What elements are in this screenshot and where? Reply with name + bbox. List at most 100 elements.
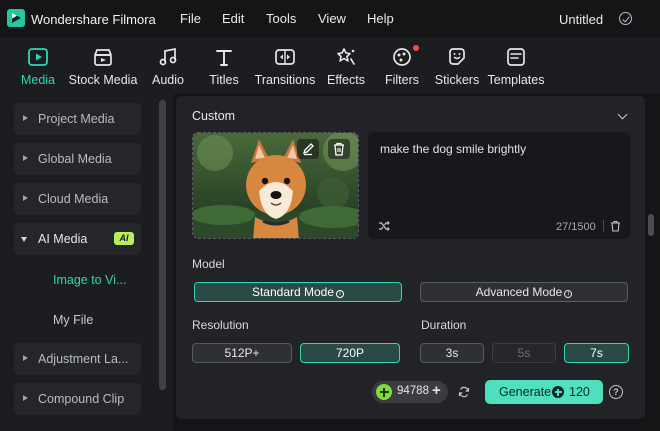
tab-transitions[interactable]: Transitions [254, 38, 316, 94]
help-icon[interactable]: ? [609, 385, 623, 399]
sidebar-item-project-media[interactable]: Project Media [14, 103, 141, 135]
sidebar-scrollbar[interactable] [159, 100, 166, 390]
edit-image-button[interactable] [297, 139, 319, 159]
chevron-down-icon [21, 236, 27, 242]
trash-icon [334, 142, 344, 156]
tab-stickers-label: Stickers [434, 73, 480, 87]
sidebar-item-label: Adjustment La... [38, 352, 129, 366]
filters-notification-dot [413, 45, 419, 51]
tab-filters-label: Filters [384, 73, 420, 87]
duration-label: Duration [421, 318, 467, 332]
app-title: Wondershare Filmora [31, 12, 156, 27]
menu-help[interactable]: Help [367, 11, 394, 26]
transitions-icon [274, 46, 296, 68]
tab-effects[interactable]: Effects [324, 38, 368, 94]
info-icon: i [336, 290, 345, 298]
sidebar-item-cloud-media[interactable]: Cloud Media [14, 183, 141, 215]
stickers-icon [446, 46, 468, 68]
title-bar: Wondershare Filmora File Edit Tools View… [0, 0, 660, 38]
resolution-512p-button[interactable]: 512P+ [192, 343, 292, 363]
prompt-text[interactable]: make the dog smile brightly [380, 142, 526, 156]
ai-badge: AI [114, 232, 134, 245]
divider [603, 220, 604, 232]
saved-check-icon [619, 12, 632, 25]
stock-media-icon [92, 46, 114, 68]
sidebar-item-adjustment-layer[interactable]: Adjustment La... [14, 343, 141, 375]
standard-mode-button[interactable]: Standard Mode i [194, 282, 402, 302]
sidebar-item-ai-media[interactable]: AI Media AI [14, 223, 141, 255]
character-counter: 27/1500 [556, 221, 596, 233]
prompt-textarea[interactable]: make the dog smile brightly 27/1500 [368, 132, 630, 239]
sidebar-subitem-image-to-video[interactable]: Image to Vi... [53, 273, 126, 287]
resolution-720p-button[interactable]: 720P [300, 343, 400, 363]
duration-7s-button[interactable]: 7s [564, 343, 629, 363]
tab-titles[interactable]: Titles [202, 38, 246, 94]
duration-3s-button[interactable]: 3s [420, 343, 484, 363]
chevron-right-icon [23, 395, 28, 401]
media-icon [27, 46, 49, 68]
delete-image-button[interactable] [328, 139, 350, 159]
chevron-right-icon [23, 155, 28, 161]
tab-audio-label: Audio [152, 73, 184, 87]
main-toolbar: Media Stock Media Audio Titles Transitio… [0, 38, 660, 94]
chevron-right-icon [23, 195, 28, 201]
titles-icon [213, 46, 235, 68]
menu-view[interactable]: View [318, 11, 346, 26]
tab-titles-label: Titles [209, 73, 239, 87]
panel-scrollbar[interactable] [648, 214, 654, 236]
chevron-right-icon [23, 115, 28, 121]
credits-balance[interactable]: 94788 + [372, 381, 448, 403]
tab-templates-label: Templates [487, 73, 545, 87]
tab-audio[interactable]: Audio [146, 38, 190, 94]
tab-effects-label: Effects [327, 73, 365, 87]
standard-mode-label: Standard Mode [251, 285, 335, 299]
sidebar-item-label: Cloud Media [38, 192, 109, 206]
clear-prompt-trash-icon[interactable] [610, 220, 621, 232]
generate-cost: 120 [569, 385, 590, 399]
sidebar-item-global-media[interactable]: Global Media [14, 143, 141, 175]
credit-plus-icon [552, 386, 564, 398]
templates-icon [505, 46, 527, 68]
chevron-down-icon[interactable] [617, 109, 628, 120]
source-image-thumbnail[interactable] [192, 132, 359, 239]
sidebar-item-label: AI Media [38, 232, 88, 246]
shuffle-icon[interactable] [378, 220, 390, 232]
tab-transitions-label: Transitions [254, 73, 316, 87]
credits-amount: 94788 [397, 385, 429, 397]
model-label: Model [192, 257, 225, 271]
music-note-icon [157, 46, 179, 68]
tab-stock-media-label: Stock Media [68, 73, 138, 87]
add-credits-icon[interactable]: + [432, 382, 441, 399]
sidebar-item-label: Compound Clip [38, 392, 125, 406]
tab-stock-media[interactable]: Stock Media [66, 38, 140, 94]
document-title[interactable]: Untitled [559, 12, 603, 27]
generate-label: Generate [499, 385, 552, 399]
credit-coin-icon [376, 384, 392, 400]
sidebar-item-label: Project Media [38, 112, 115, 126]
duration-5s-button: 5s [492, 343, 556, 363]
generate-button[interactable]: Generate 120 [485, 380, 603, 404]
tab-media[interactable]: Media [14, 38, 62, 94]
sidebar-item-label: Global Media [38, 152, 112, 166]
pencil-icon [302, 143, 314, 156]
filmora-logo-icon [7, 9, 25, 27]
menu-edit[interactable]: Edit [222, 11, 244, 26]
tab-stickers[interactable]: Stickers [434, 38, 480, 94]
menu-tools[interactable]: Tools [266, 11, 296, 26]
effects-icon [335, 46, 357, 68]
tab-templates[interactable]: Templates [486, 38, 546, 94]
advanced-mode-button[interactable]: Advanced Mode i [420, 282, 628, 302]
sidebar-item-compound-clip[interactable]: Compound Clip [14, 383, 141, 415]
tab-media-label: Media [20, 73, 56, 87]
filters-icon [391, 46, 413, 68]
tab-filters[interactable]: Filters [380, 38, 424, 94]
sidebar-subitem-my-file[interactable]: My File [53, 313, 93, 327]
resolution-label: Resolution [192, 318, 249, 332]
menu-file[interactable]: File [180, 11, 201, 26]
chevron-right-icon [23, 355, 28, 361]
advanced-mode-label: Advanced Mode [475, 285, 563, 299]
section-title: Custom [192, 109, 236, 123]
info-icon: i [564, 290, 573, 298]
refresh-icon[interactable] [458, 386, 470, 398]
custom-card: Custom make the dog smile brightly 27/15… [176, 96, 645, 419]
